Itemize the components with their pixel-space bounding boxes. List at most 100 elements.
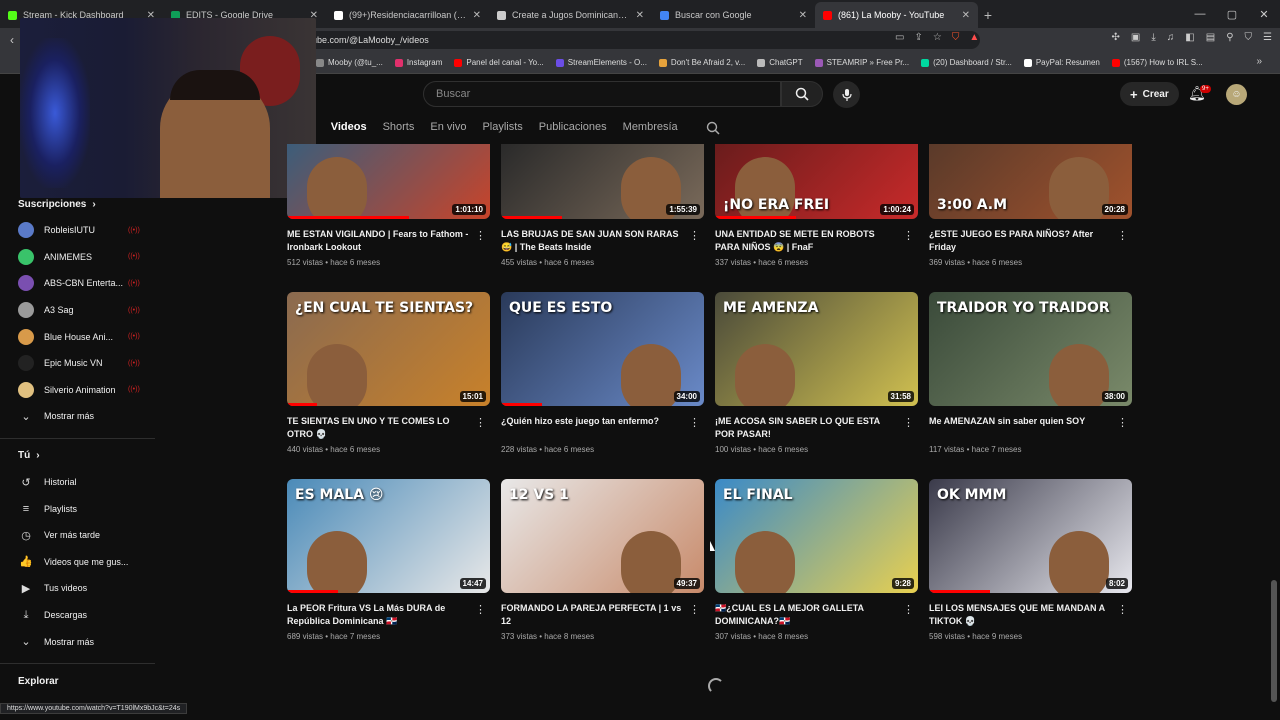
- video-title[interactable]: TE SIENTAS EN UNO Y TE COMES LO OTRO 💀: [287, 415, 490, 441]
- show-more-you[interactable]: ⌄ Mostrar más: [0, 628, 160, 655]
- subscription-item[interactable]: RobleisIUTU ((•)): [0, 217, 160, 244]
- subscription-item[interactable]: Silverio Animation ((•)): [0, 377, 160, 404]
- browser-tab[interactable]: (861) La Mooby - YouTube ✕: [815, 2, 978, 28]
- bookmark-star-icon[interactable]: ☆: [933, 32, 942, 43]
- sidebar-toggle-icon[interactable]: ◧: [1185, 32, 1194, 43]
- close-window-icon[interactable]: ✕: [1248, 0, 1280, 28]
- more-options-icon[interactable]: ⋮: [475, 229, 486, 242]
- brave-shield-toolbar-icon[interactable]: ⛉: [1245, 32, 1253, 43]
- subscription-item[interactable]: ABS-CBN Enterta... ((•)): [0, 270, 160, 297]
- video-title[interactable]: LAS BRUJAS DE SAN JUAN SON RARAS 😅 | The…: [501, 228, 704, 254]
- bookmark-item[interactable]: PayPal: Resumen: [1018, 58, 1106, 67]
- bookmark-item[interactable]: Instagram: [389, 58, 449, 67]
- video-thumbnail[interactable]: ¿EN CUAL TE SIENTAS? 15:01: [287, 292, 490, 406]
- video-card[interactable]: QUE ES ESTO 34:00 ¿Quién hizo este juego t…: [501, 292, 704, 454]
- subscription-item[interactable]: A3 Sag ((•)): [0, 297, 160, 324]
- video-thumbnail[interactable]: TRAIDOR YO TRAIDOR 38:00: [929, 292, 1132, 406]
- search-input[interactable]: Buscar: [423, 81, 781, 107]
- screenshot-icon[interactable]: ▣: [1131, 32, 1140, 43]
- video-thumbnail[interactable]: 1:55:39: [501, 144, 704, 219]
- more-options-icon[interactable]: ⋮: [1117, 229, 1128, 242]
- bookmark-item[interactable]: Mooby (@tu_...: [310, 58, 389, 67]
- share-icon[interactable]: ⇪: [914, 32, 922, 43]
- browser-tab[interactable]: Buscar con Google ✕: [652, 2, 815, 28]
- video-title[interactable]: Me AMENAZAN sin saber quien SOY: [929, 415, 1132, 441]
- browser-tab[interactable]: (99+)Residenciacarrilloan (@residenc ✕: [326, 2, 489, 28]
- channel-tab[interactable]: Playlists: [482, 121, 522, 137]
- video-thumbnail[interactable]: OK MMM 8:02: [929, 479, 1132, 593]
- download-toolbar-icon[interactable]: ⤓: [1151, 32, 1155, 43]
- video-card[interactable]: 1:01:10 ME ESTAN VIGILANDO | Fears to Fat…: [287, 144, 490, 267]
- video-card[interactable]: EL FINAL 9:28 🇩🇴¿CUAL ES LA MEJOR GALLETA …: [715, 479, 918, 641]
- video-card[interactable]: ¡NO ERA FREI 1:00:24 UNA ENTIDAD SE METE E…: [715, 144, 918, 267]
- video-card[interactable]: OK MMM 8:02 LEI LOS MENSAJES QUE ME MANDAN…: [929, 479, 1132, 641]
- video-thumbnail[interactable]: 1:01:10: [287, 144, 490, 219]
- bookmarks-overflow-icon[interactable]: »: [1256, 56, 1262, 67]
- video-title[interactable]: LEI LOS MENSAJES QUE ME MANDAN A TIKTOK …: [929, 602, 1132, 628]
- channel-tab[interactable]: Shorts: [383, 121, 415, 137]
- bookmark-item[interactable]: StreamElements - O...: [550, 58, 653, 67]
- channel-tab[interactable]: Membresía: [623, 121, 678, 137]
- video-thumbnail[interactable]: EL FINAL 9:28: [715, 479, 918, 593]
- video-title[interactable]: ¡ME ACOSA SIN SABER LO QUE ESTA POR PASA…: [715, 415, 918, 441]
- bookmark-item[interactable]: (20) Dashboard / Str...: [915, 58, 1018, 67]
- bookmark-item[interactable]: (1567) How to IRL S...: [1106, 58, 1209, 67]
- sidebar-item[interactable]: ↺ Historial: [0, 469, 160, 496]
- subscription-item[interactable]: ANIMEMES ((•)): [0, 244, 160, 271]
- video-thumbnail[interactable]: ME AMENZA 31:58: [715, 292, 918, 406]
- back-icon[interactable]: ‹: [10, 33, 14, 47]
- video-card[interactable]: ME AMENZA 31:58 ¡ME ACOSA SIN SABER LO QUE…: [715, 292, 918, 454]
- sidebar-item[interactable]: 👍 Videos que me gus...: [0, 549, 160, 576]
- video-title[interactable]: ¿ESTE JUEGO ES PARA NIÑOS? After Friday: [929, 228, 1132, 254]
- media-icon[interactable]: ♫: [1167, 32, 1175, 43]
- video-thumbnail[interactable]: QUE ES ESTO 34:00: [501, 292, 704, 406]
- subscription-item[interactable]: Epic Music VN ((•)): [0, 350, 160, 377]
- video-card[interactable]: ES MALA 😢 14:47 La PEOR Fritura VS La Más …: [287, 479, 490, 641]
- channel-tab[interactable]: Videos: [331, 121, 367, 137]
- more-options-icon[interactable]: ⋮: [475, 603, 486, 616]
- sidebar-item[interactable]: ◷ Ver más tarde: [0, 522, 160, 549]
- channel-search-icon[interactable]: [706, 121, 720, 140]
- more-options-icon[interactable]: ⋮: [903, 603, 914, 616]
- new-tab-button[interactable]: +: [978, 2, 998, 28]
- channel-tab[interactable]: En vivo: [430, 121, 466, 137]
- video-thumbnail[interactable]: ¡NO ERA FREI 1:00:24: [715, 144, 918, 219]
- tab-close-icon[interactable]: ✕: [799, 10, 807, 21]
- sidebar-item[interactable]: ▶ Tus videos: [0, 575, 160, 602]
- extensions-icon[interactable]: ✣: [1112, 32, 1120, 43]
- tab-close-icon[interactable]: ✕: [962, 10, 970, 21]
- subscription-item[interactable]: Blue House Ani... ((•)): [0, 323, 160, 350]
- video-thumbnail[interactable]: 12 VS 1 49:37: [501, 479, 704, 593]
- video-title[interactable]: La PEOR Fritura VS La Más DURA de Repúbl…: [287, 602, 490, 628]
- video-thumbnail[interactable]: 3:00 A.M 20:28: [929, 144, 1132, 219]
- more-options-icon[interactable]: ⋮: [903, 416, 914, 429]
- video-title[interactable]: ¿Quién hizo este juego tan enfermo?: [501, 415, 704, 441]
- bookmark-item[interactable]: Don't Be Afraid 2, v...: [653, 58, 751, 67]
- page-scrollbar[interactable]: [1271, 580, 1277, 702]
- create-button[interactable]: + Crear: [1120, 82, 1179, 106]
- more-options-icon[interactable]: ⋮: [689, 229, 700, 242]
- address-bar[interactable]: ube.com/@LaMooby_/videos: [300, 31, 980, 49]
- sidebar-item[interactable]: ⤓ Descargas: [0, 602, 160, 629]
- menu-icon[interactable]: ☰: [1263, 32, 1272, 43]
- tab-close-icon[interactable]: ✕: [473, 10, 481, 21]
- voice-search-button[interactable]: [833, 81, 860, 108]
- more-options-icon[interactable]: ⋮: [475, 416, 486, 429]
- video-thumbnail[interactable]: ES MALA 😢 14:47: [287, 479, 490, 593]
- search-button[interactable]: [781, 81, 823, 107]
- more-options-icon[interactable]: ⋮: [1117, 416, 1128, 429]
- more-options-icon[interactable]: ⋮: [689, 603, 700, 616]
- video-card[interactable]: ¿EN CUAL TE SIENTAS? 15:01 TE SIENTAS EN U…: [287, 292, 490, 454]
- you-heading[interactable]: Tú ›: [0, 447, 160, 465]
- bookmark-item[interactable]: Panel del canal - Yo...: [448, 58, 549, 67]
- brave-rewards-icon[interactable]: ▲: [969, 32, 979, 43]
- more-options-icon[interactable]: ⋮: [689, 416, 700, 429]
- sidebar-item[interactable]: ≡ Playlists: [0, 495, 160, 522]
- bookmark-item[interactable]: STEAMRIP » Free Pr...: [809, 58, 916, 67]
- video-title[interactable]: UNA ENTIDAD SE METE EN ROBOTS PARA NIÑOS…: [715, 228, 918, 254]
- video-title[interactable]: 🇩🇴¿CUAL ES LA MEJOR GALLETA DOMINICANA?🇩…: [715, 602, 918, 628]
- wallet-icon[interactable]: ▤: [1206, 32, 1215, 43]
- bookmark-item[interactable]: ChatGPT: [751, 58, 808, 67]
- channel-tab[interactable]: Publicaciones: [539, 121, 607, 137]
- more-options-icon[interactable]: ⋮: [1117, 603, 1128, 616]
